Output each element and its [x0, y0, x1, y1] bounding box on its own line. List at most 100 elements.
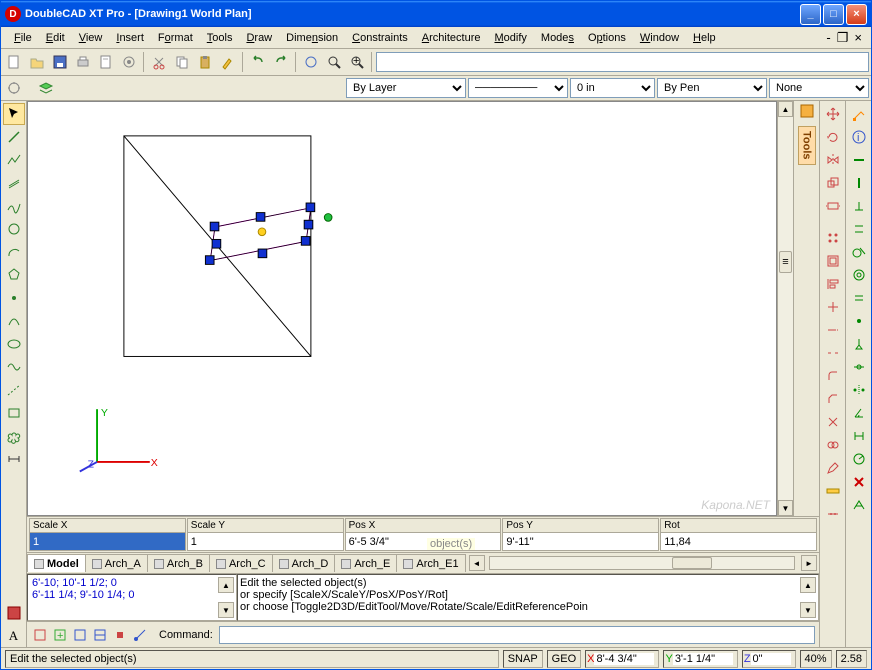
tab-arch-b[interactable]: Arch_B	[147, 554, 210, 572]
hist-scroll-down-icon[interactable]: ▼	[218, 602, 234, 618]
menu-modify[interactable]: Modify	[487, 30, 533, 46]
fillet-tool-icon[interactable]	[822, 365, 844, 387]
hist-scroll-up-icon[interactable]: ▲	[218, 577, 234, 593]
toggle-4-icon[interactable]	[91, 626, 109, 644]
menu-architecture[interactable]: Architecture	[415, 30, 488, 46]
out-scroll-up-icon[interactable]: ▲	[800, 577, 816, 593]
style-combo[interactable]: None	[769, 78, 869, 98]
minimize-button[interactable]: _	[800, 4, 821, 25]
toggle-3-icon[interactable]	[71, 626, 89, 644]
arc-tool-icon[interactable]	[3, 241, 25, 263]
zoom-extents-icon[interactable]: +	[346, 51, 368, 73]
chamfer-tool-icon[interactable]	[822, 388, 844, 410]
ellipse-tool-icon[interactable]	[3, 333, 25, 355]
coord-history[interactable]: 6'-10; 10'-1 1/2; 0 6'-11 1/4; 9'-10 1/4…	[27, 574, 237, 621]
scroll-down-icon[interactable]: ▼	[778, 500, 793, 516]
posy-input[interactable]	[503, 532, 658, 550]
menu-modes[interactable]: Modes	[534, 30, 581, 46]
constraint-radius-icon[interactable]	[848, 448, 870, 470]
menu-insert[interactable]: Insert	[109, 30, 151, 46]
tab-arch-e[interactable]: Arch_E	[334, 554, 397, 572]
point-tool-icon[interactable]	[3, 287, 25, 309]
menu-dimension[interactable]: Dimension	[279, 30, 345, 46]
divide-tool-icon[interactable]	[822, 503, 844, 525]
zoom-icon[interactable]	[323, 51, 345, 73]
redo-icon[interactable]	[270, 51, 292, 73]
menu-help[interactable]: Help	[686, 30, 723, 46]
construction-line-icon[interactable]	[3, 379, 25, 401]
scalex-input[interactable]	[30, 532, 185, 550]
polygon-tool-icon[interactable]	[3, 264, 25, 286]
menu-file[interactable]: File	[7, 30, 39, 46]
paste-icon[interactable]	[194, 51, 216, 73]
page-setup-icon[interactable]	[95, 51, 117, 73]
edit-node-icon[interactable]	[848, 103, 870, 125]
tab-model[interactable]: Model	[27, 554, 86, 572]
select-tool-icon[interactable]	[3, 103, 25, 125]
copy-icon[interactable]	[171, 51, 193, 73]
tab-arch-c[interactable]: Arch_C	[209, 554, 273, 572]
text-tool-icon[interactable]: A	[3, 625, 25, 647]
stretch-tool-icon[interactable]	[822, 195, 844, 217]
menu-options[interactable]: Options	[581, 30, 633, 46]
mdi-minimize[interactable]: -	[823, 30, 833, 45]
maximize-button[interactable]: □	[823, 4, 844, 25]
open-icon[interactable]	[26, 51, 48, 73]
constraint-midpoint-icon[interactable]	[848, 356, 870, 378]
tab-arch-d[interactable]: Arch_D	[272, 554, 336, 572]
snap-settings-icon[interactable]	[3, 77, 25, 99]
menu-edit[interactable]: Edit	[39, 30, 72, 46]
toggle-2-icon[interactable]: +	[51, 626, 69, 644]
double-line-icon[interactable]	[3, 172, 25, 194]
new-icon[interactable]	[3, 51, 25, 73]
menu-format[interactable]: Format	[151, 30, 200, 46]
dimension-tool-icon[interactable]	[3, 448, 25, 470]
status-geo[interactable]: GEO	[547, 650, 581, 668]
constraint-fix-icon[interactable]	[848, 333, 870, 355]
pen-combo[interactable]: By Pen	[657, 78, 767, 98]
polyline-tool-icon[interactable]	[3, 149, 25, 171]
constraint-auto-icon[interactable]	[848, 494, 870, 516]
constraint-distance-icon[interactable]	[848, 425, 870, 447]
constraint-symmetric-icon[interactable]	[848, 379, 870, 401]
lineweight-combo[interactable]: 0 in	[570, 78, 655, 98]
info-icon[interactable]: i	[848, 126, 870, 148]
constraint-perp-icon[interactable]	[848, 195, 870, 217]
trim-tool-icon[interactable]	[822, 296, 844, 318]
menu-tools[interactable]: Tools	[200, 30, 240, 46]
tab-arch-e1[interactable]: Arch_E1	[396, 554, 465, 572]
hscroll-track[interactable]	[489, 556, 795, 570]
scaley-input[interactable]	[188, 532, 343, 550]
coord-z-input[interactable]	[751, 653, 791, 665]
constraint-coincident-icon[interactable]	[848, 310, 870, 332]
layer-manager-icon[interactable]	[35, 77, 57, 99]
toggle-1-icon[interactable]	[31, 626, 49, 644]
hatch-tool-icon[interactable]	[3, 602, 25, 624]
coord-x-input[interactable]	[594, 653, 654, 665]
coord-y-input[interactable]	[673, 653, 733, 665]
circle-tool-icon[interactable]	[3, 218, 25, 240]
join-tool-icon[interactable]	[822, 434, 844, 456]
break-tool-icon[interactable]	[822, 342, 844, 364]
constraint-tangent-icon[interactable]	[848, 241, 870, 263]
multi-line-icon[interactable]	[3, 195, 25, 217]
menu-window[interactable]: Window	[633, 30, 686, 46]
rot-input[interactable]	[661, 532, 816, 550]
scale-tool-icon[interactable]	[822, 172, 844, 194]
offset-tool-icon[interactable]	[822, 250, 844, 272]
save-icon[interactable]	[49, 51, 71, 73]
hscroll-right-icon[interactable]: ►	[801, 555, 817, 571]
close-button[interactable]: ×	[846, 4, 867, 25]
rotate-tool-icon[interactable]	[822, 126, 844, 148]
command-input[interactable]	[219, 626, 815, 644]
properties-icon[interactable]	[118, 51, 140, 73]
tab-arch-a[interactable]: Arch_A	[85, 554, 148, 572]
pan-icon[interactable]	[300, 51, 322, 73]
vertical-scrollbar[interactable]: ▲ ≡ ▼	[777, 101, 793, 516]
status-snap[interactable]: SNAP	[503, 650, 543, 668]
mdi-restore[interactable]: ❐	[834, 30, 852, 46]
menu-view[interactable]: View	[72, 30, 110, 46]
undo-icon[interactable]	[247, 51, 269, 73]
move-tool-icon[interactable]	[822, 103, 844, 125]
layer-combo[interactable]: By Layer	[346, 78, 466, 98]
